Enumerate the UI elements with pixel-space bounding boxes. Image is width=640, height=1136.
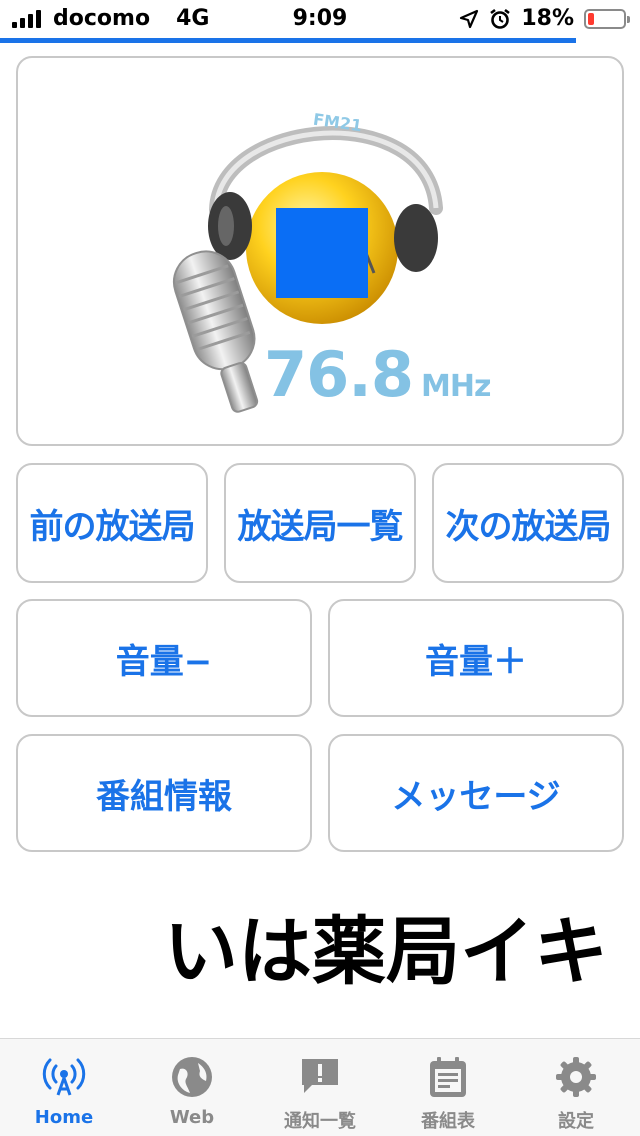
scrolling-message-text: いは薬局イキ: [164, 909, 608, 995]
tab-web[interactable]: Web: [128, 1039, 256, 1136]
page-load-progress-fill: [0, 38, 576, 43]
frequency-value: 76.8: [264, 338, 414, 411]
location-arrow-icon: [460, 9, 479, 28]
tab-settings[interactable]: 設定: [512, 1039, 640, 1136]
message-button[interactable]: メッセージ: [328, 734, 624, 852]
volume-up-button[interactable]: 音量＋: [328, 599, 624, 717]
tab-schedule[interactable]: 番組表: [384, 1039, 512, 1136]
page-load-progress: [0, 38, 640, 43]
calendar-icon: [430, 1057, 466, 1097]
volume-down-button[interactable]: 音量−: [16, 599, 312, 717]
station-artwork: FM21 76.8 MHz: [16, 56, 624, 446]
next-station-button[interactable]: 次の放送局: [432, 463, 624, 583]
station-frequency: 76.8 MHz: [264, 338, 491, 411]
tab-label: Home: [34, 1107, 94, 1128]
tab-bar: Home Web 通知一覧 番組表 設定: [0, 1038, 640, 1136]
battery-percent: 18%: [521, 6, 574, 31]
tab-notifications[interactable]: 通知一覧: [256, 1039, 384, 1136]
chat-alert-icon: [302, 1059, 338, 1093]
station-list-button[interactable]: 放送局一覧: [224, 463, 416, 583]
program-info-button[interactable]: 番組情報: [16, 734, 312, 852]
gear-icon: [556, 1057, 596, 1097]
frequency-unit: MHz: [420, 369, 491, 404]
tab-label: 通知一覧: [284, 1111, 356, 1132]
tab-label: Web: [169, 1107, 215, 1128]
globe-icon: [172, 1057, 212, 1097]
broadcast-icon: [42, 1058, 86, 1096]
tab-home[interactable]: Home: [0, 1039, 128, 1136]
prev-station-button[interactable]: 前の放送局: [16, 463, 208, 583]
tab-label: 番組表: [421, 1111, 475, 1132]
alarm-clock-icon: [490, 8, 511, 29]
battery-icon: [584, 8, 630, 29]
battery-level: [588, 12, 594, 25]
tab-label: 設定: [558, 1111, 594, 1132]
status-right: 18%: [459, 6, 630, 31]
status-bar: docomo 4G 9:09 18%: [0, 0, 640, 43]
